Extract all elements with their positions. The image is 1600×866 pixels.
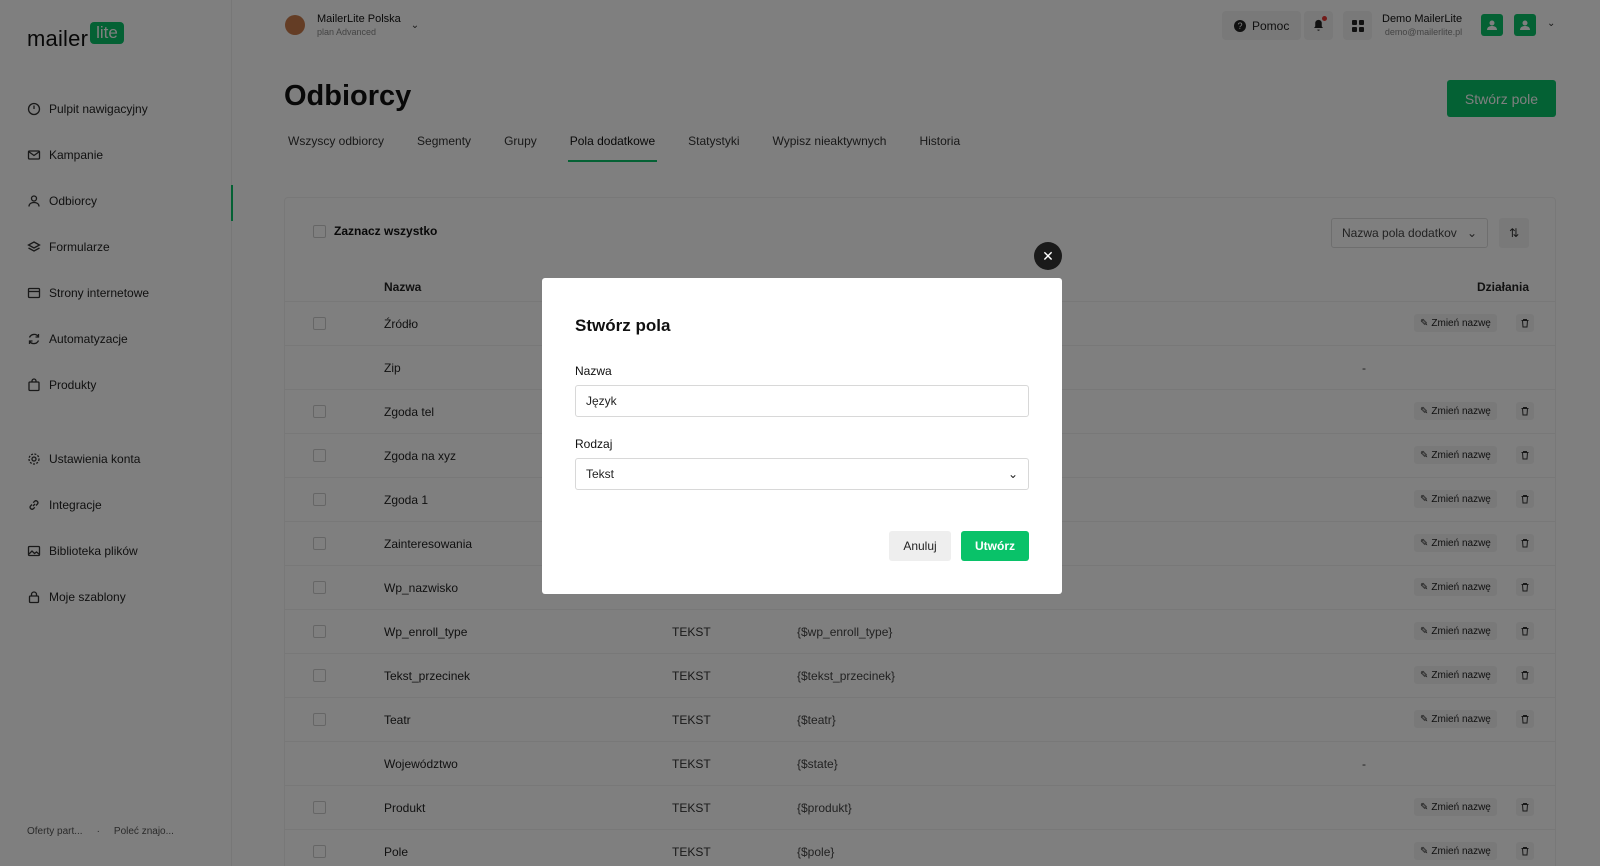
close-icon: ✕ (1042, 247, 1054, 264)
type-value: Tekst (586, 467, 615, 481)
create-field-modal: Stwórz pola Nazwa Rodzaj Tekst ⌄ Anuluj … (542, 278, 1062, 594)
name-label: Nazwa (575, 364, 612, 378)
modal-title: Stwórz pola (575, 316, 671, 335)
submit-button[interactable]: Utwórz (961, 531, 1029, 561)
cancel-button[interactable]: Anuluj (889, 531, 951, 561)
type-label: Rodzaj (575, 437, 613, 451)
type-select[interactable]: Tekst ⌄ (575, 458, 1029, 490)
close-modal-button[interactable]: ✕ (1034, 242, 1062, 270)
chevron-down-icon: ⌄ (1007, 467, 1018, 481)
name-input[interactable] (575, 385, 1029, 417)
